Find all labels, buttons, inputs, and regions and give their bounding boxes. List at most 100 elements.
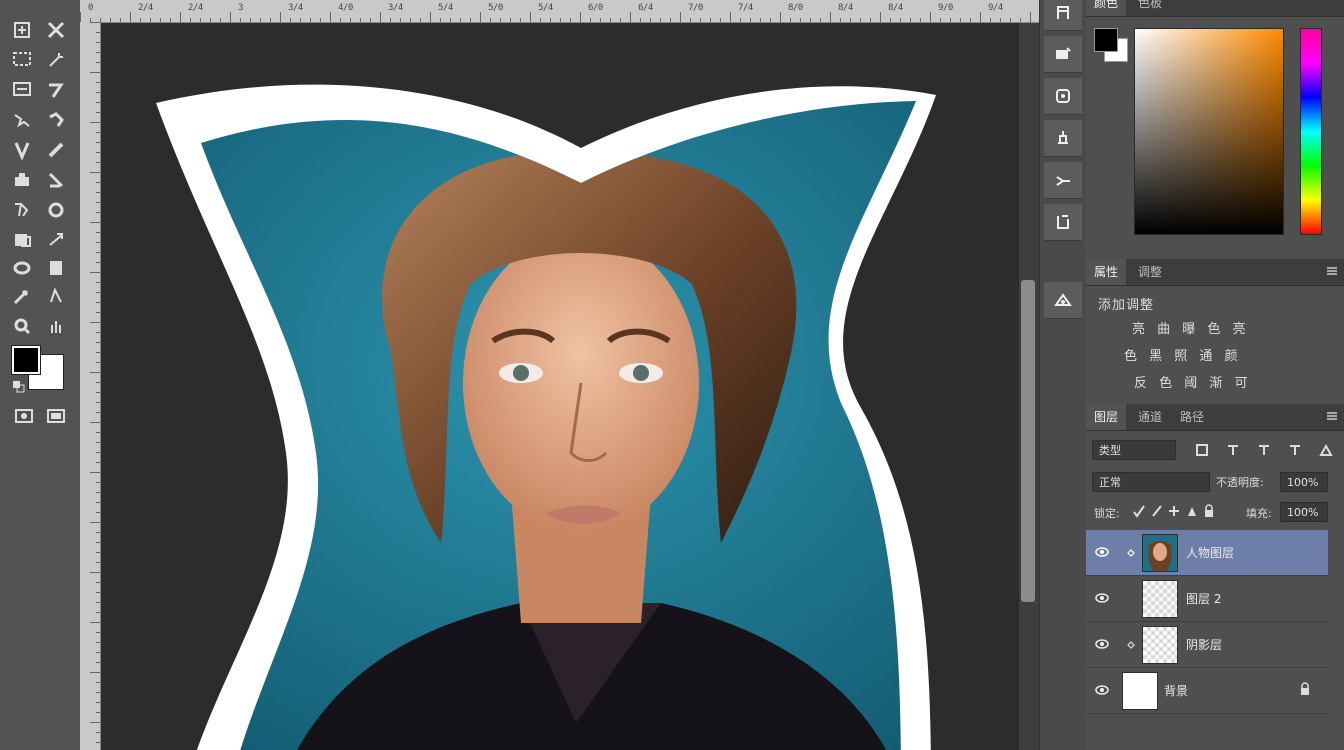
ruler-tick <box>710 18 711 22</box>
panel-foreground-swatch-front[interactable] <box>1094 28 1118 52</box>
slice-tool-icon[interactable] <box>44 78 68 102</box>
glyphs-panel-icon[interactable] <box>1044 204 1082 241</box>
screen-mode-icon[interactable] <box>44 404 68 428</box>
fill-input[interactable]: 100% <box>1280 502 1328 522</box>
visibility-eye-icon[interactable] <box>1094 682 1110 698</box>
tab-swatches[interactable]: 色板 <box>1130 0 1170 16</box>
ruler-tick <box>90 72 100 73</box>
tools-panel <box>0 0 81 750</box>
lock-artboard-icon[interactable] <box>1185 504 1199 518</box>
blur-tool-icon[interactable] <box>10 284 34 308</box>
visibility-eye-icon[interactable] <box>1094 636 1110 652</box>
layer-name[interactable]: 图层 2 <box>1186 590 1221 607</box>
quick-mask-icon[interactable] <box>12 404 36 428</box>
ruler-tick <box>460 18 461 22</box>
visibility-eye-icon[interactable] <box>1094 590 1110 606</box>
ruler-tick <box>490 18 491 22</box>
brush-settings-icon[interactable] <box>1044 78 1082 115</box>
ruler-label: 5/0 <box>488 3 503 13</box>
document-canvas[interactable] <box>101 23 1019 750</box>
lock-position-icon[interactable] <box>1167 504 1181 518</box>
lock-icon <box>1301 682 1309 695</box>
magic-wand-tool-icon[interactable] <box>44 48 68 72</box>
layer-name[interactable]: 阴影层 <box>1186 636 1222 653</box>
move-tool-icon[interactable] <box>10 18 34 42</box>
ruler-tick <box>80 12 81 22</box>
default-colors-icon[interactable] <box>12 380 26 394</box>
filter-shape-icon[interactable] <box>1287 442 1303 458</box>
blend-mode-select[interactable]: 正常 <box>1092 472 1210 492</box>
panel-menu-icon[interactable] <box>1326 410 1338 422</box>
adjustments-heading: 添加调整 <box>1098 298 1155 313</box>
brush-tool-icon[interactable] <box>44 108 68 132</box>
layer-name[interactable]: 背景 <box>1164 682 1188 699</box>
frame-tool-icon[interactable] <box>10 168 34 192</box>
ruler-label: 8/4 <box>838 3 853 13</box>
layer-row[interactable]: 图层 2 <box>1086 576 1328 622</box>
eraser-tool-icon[interactable] <box>10 256 34 280</box>
visibility-eye-icon[interactable] <box>1094 544 1110 560</box>
hand-tool-icon[interactable] <box>44 314 68 338</box>
quick-select-tool-icon[interactable] <box>10 108 34 132</box>
hue-slider[interactable] <box>1300 28 1322 235</box>
filter-pixel-icon[interactable] <box>1194 442 1210 458</box>
panel-menu-icon[interactable] <box>1326 265 1338 277</box>
layers-list: 人物图层 图层 2 阴影层 背景 <box>1086 530 1328 750</box>
clone-source-icon[interactable] <box>1044 120 1082 157</box>
filter-type-icon[interactable] <box>1256 442 1272 458</box>
ruler-tick <box>670 18 671 22</box>
crop-tool-icon[interactable] <box>10 138 34 162</box>
layer-row[interactable]: 背景 <box>1086 668 1328 714</box>
color-panel-tabbar: 颜色 色板 <box>1086 0 1344 17</box>
paragraph-panel-icon[interactable] <box>1044 162 1082 199</box>
fill-label: 填充: <box>1246 507 1272 520</box>
ruler-tick <box>96 302 100 303</box>
ruler-label: 3/4 <box>288 3 303 13</box>
gradient-tool-icon[interactable] <box>44 228 68 252</box>
ruler-tick <box>300 18 301 22</box>
tab-paths[interactable]: 路径 <box>1172 404 1212 430</box>
lock-all-icon[interactable] <box>1202 504 1216 518</box>
tab-properties[interactable]: 属性 <box>1086 259 1127 285</box>
dodge-tool-icon[interactable] <box>10 314 34 338</box>
tab-layers[interactable]: 图层 <box>1086 404 1127 430</box>
ruler-tick <box>720 18 721 22</box>
filter-smart-object-icon[interactable] <box>1318 442 1334 458</box>
lock-transparency-icon[interactable] <box>1132 504 1146 518</box>
lasso-tool-icon[interactable] <box>10 78 34 102</box>
color-picker-field[interactable] <box>1134 28 1284 235</box>
tab-color[interactable]: 颜色 <box>1086 0 1127 16</box>
adjustments-row-1[interactable]: 亮 曲 曝 色 亮 <box>1132 318 1247 337</box>
history-brush-tool-icon[interactable] <box>44 198 68 222</box>
opacity-input[interactable]: 100% <box>1280 472 1328 492</box>
tab-adjustments[interactable]: 调整 <box>1130 259 1170 285</box>
layer-row[interactable]: 人物图层 <box>1086 530 1328 576</box>
layer-name[interactable]: 人物图层 <box>1186 544 1234 561</box>
artboard-tool-icon[interactable] <box>44 18 68 42</box>
adjustments-row-2[interactable]: 色 黑 照 通 颜 <box>1124 345 1239 364</box>
eyedropper-tool-icon[interactable] <box>10 198 34 222</box>
ruler-tick <box>120 18 121 22</box>
filter-adjustment-icon[interactable] <box>1225 442 1241 458</box>
foreground-color-swatch[interactable] <box>11 345 41 375</box>
lock-pixels-icon[interactable] <box>1150 504 1164 518</box>
tab-channels[interactable]: 通道 <box>1130 404 1170 430</box>
heal-tool-icon[interactable] <box>10 228 34 252</box>
ruler-tick <box>90 572 100 573</box>
ruler-tick <box>530 12 531 22</box>
ruler-tick <box>750 18 751 22</box>
layer-row[interactable]: 阴影层 <box>1086 622 1328 668</box>
pen-tool-icon[interactable] <box>44 284 68 308</box>
ruler-tick <box>96 662 100 663</box>
adjustments-row-3[interactable]: 反 色 阈 渐 可 <box>1134 372 1249 391</box>
history-panel-icon[interactable] <box>1044 0 1082 31</box>
marquee-tool-icon[interactable] <box>10 48 34 72</box>
ruler-tick <box>340 18 341 22</box>
layer-filter-select[interactable]: 类型 <box>1092 440 1176 460</box>
pencil-tool-icon[interactable] <box>44 138 68 162</box>
libraries-panel-icon[interactable] <box>1044 282 1082 319</box>
actions-panel-icon[interactable] <box>1044 36 1082 73</box>
stamp-tool-icon[interactable] <box>44 168 68 192</box>
type-tool-icon[interactable] <box>44 256 68 280</box>
scrollbar-thumb[interactable] <box>1021 280 1035 602</box>
